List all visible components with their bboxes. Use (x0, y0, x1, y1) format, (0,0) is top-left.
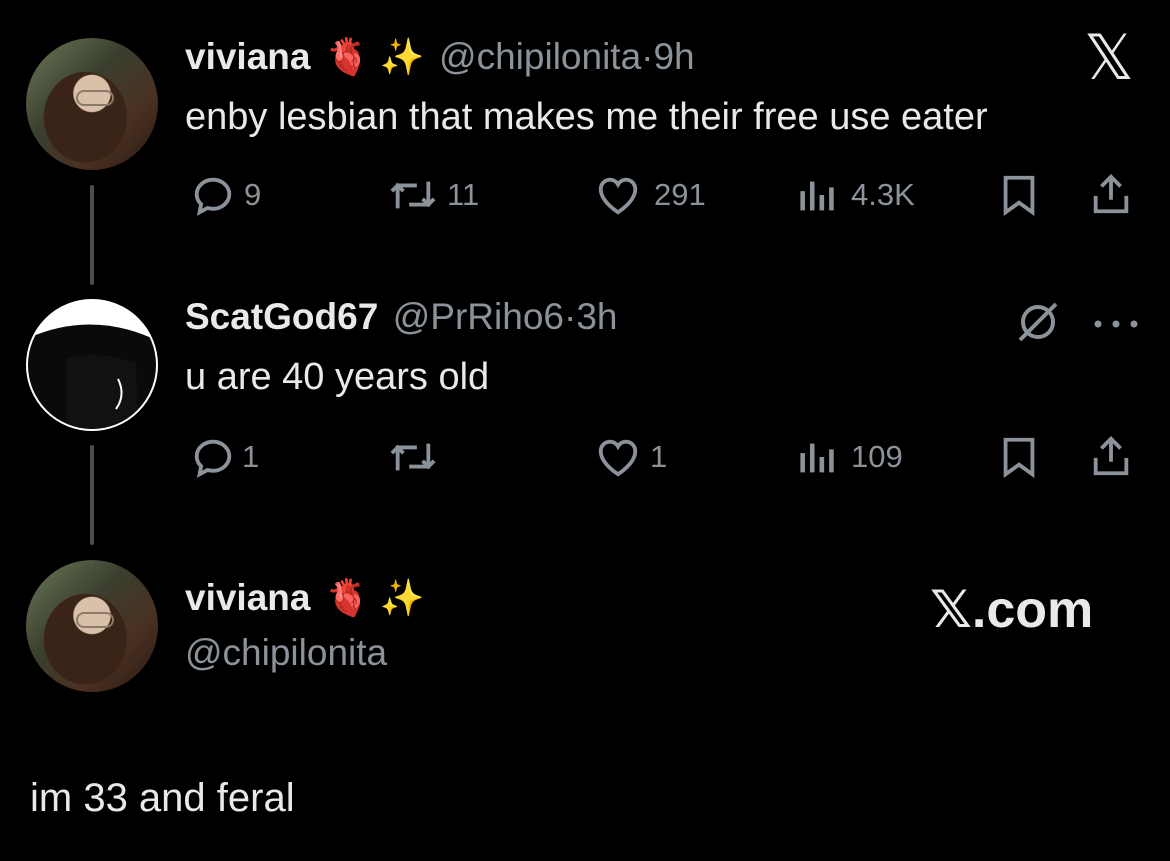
heart-icon (598, 439, 638, 477)
card-handle[interactable]: @chipilonita (185, 632, 387, 674)
tweet2-header: ScatGod67 @PrRiho6·3h (185, 296, 617, 338)
views-count: 109 (851, 439, 903, 474)
views-icon (800, 443, 834, 473)
thread-line (90, 445, 94, 545)
tweet1-time[interactable]: 9h (653, 36, 694, 77)
x-com-label: 𝕏.com (930, 581, 1094, 639)
tweet1-header: viviana 🫀 ✨ @chipilonita·9h (185, 36, 695, 78)
reply-button[interactable]: 9 (190, 172, 261, 218)
tweet1-dot: · (641, 36, 654, 77)
retweet-icon (390, 181, 436, 209)
share-icon (1093, 174, 1129, 214)
heart-sparkles-emoji: 🫀 ✨ (324, 36, 425, 77)
tweet1-handle[interactable]: @chipilonita (439, 36, 641, 77)
bookmark-button[interactable] (996, 172, 1042, 218)
avatar-viviana[interactable] (26, 560, 158, 692)
like-button[interactable]: 1 (592, 434, 667, 480)
avatar-viviana[interactable] (26, 38, 158, 170)
more-button[interactable] (1092, 316, 1140, 334)
tweet1-text: enby lesbian that makes me their free us… (185, 96, 988, 138)
heart-icon (598, 177, 638, 215)
reply-count: 9 (244, 177, 262, 212)
views-button[interactable]: 4.3K (795, 172, 915, 218)
tweet2-time[interactable]: 3h (576, 296, 617, 337)
retweet-button[interactable]: 11 (385, 172, 479, 218)
grok-icon (1018, 302, 1058, 342)
card-header: viviana 🫀 ✨ (185, 577, 425, 619)
avatar-scatgod67[interactable] (26, 299, 158, 431)
bookmark-icon (1003, 437, 1035, 478)
share-icon (1093, 436, 1129, 476)
retweet-button[interactable] (385, 434, 441, 480)
card-name[interactable]: viviana (185, 577, 310, 618)
tweet1-name[interactable]: viviana (185, 36, 310, 77)
heart-sparkles-emoji: 🫀 ✨ (324, 577, 425, 618)
share-button[interactable] (1088, 432, 1134, 480)
tweet2-name[interactable]: ScatGod67 (185, 296, 378, 337)
grok-button[interactable] (1014, 298, 1062, 351)
tweet2-handle[interactable]: @PrRiho6 (393, 296, 564, 337)
views-button[interactable]: 109 (795, 434, 903, 480)
reply-icon (194, 439, 232, 478)
views-count: 4.3K (851, 177, 915, 212)
tweet2-dot: · (563, 296, 577, 337)
retweet-icon (390, 443, 436, 471)
share-button[interactable] (1088, 170, 1134, 218)
reply-count: 1 (242, 439, 260, 474)
like-count: 291 (654, 177, 706, 212)
reply-button[interactable]: 1 (190, 434, 259, 480)
tweet2-text: u are 40 years old (185, 356, 490, 398)
card-text: im 33 and feral (30, 776, 295, 820)
thread-line (90, 185, 94, 285)
avatar-illustration (28, 324, 156, 429)
like-button[interactable]: 291 (592, 172, 706, 218)
bookmark-icon (1003, 175, 1035, 216)
x-logo-icon: 𝕏 (1084, 24, 1134, 93)
views-icon (800, 181, 834, 211)
like-count: 1 (650, 439, 668, 474)
reply-icon (194, 177, 232, 216)
bookmark-button[interactable] (996, 434, 1042, 480)
more-icon (1094, 320, 1138, 328)
retweet-count: 11 (447, 177, 480, 212)
